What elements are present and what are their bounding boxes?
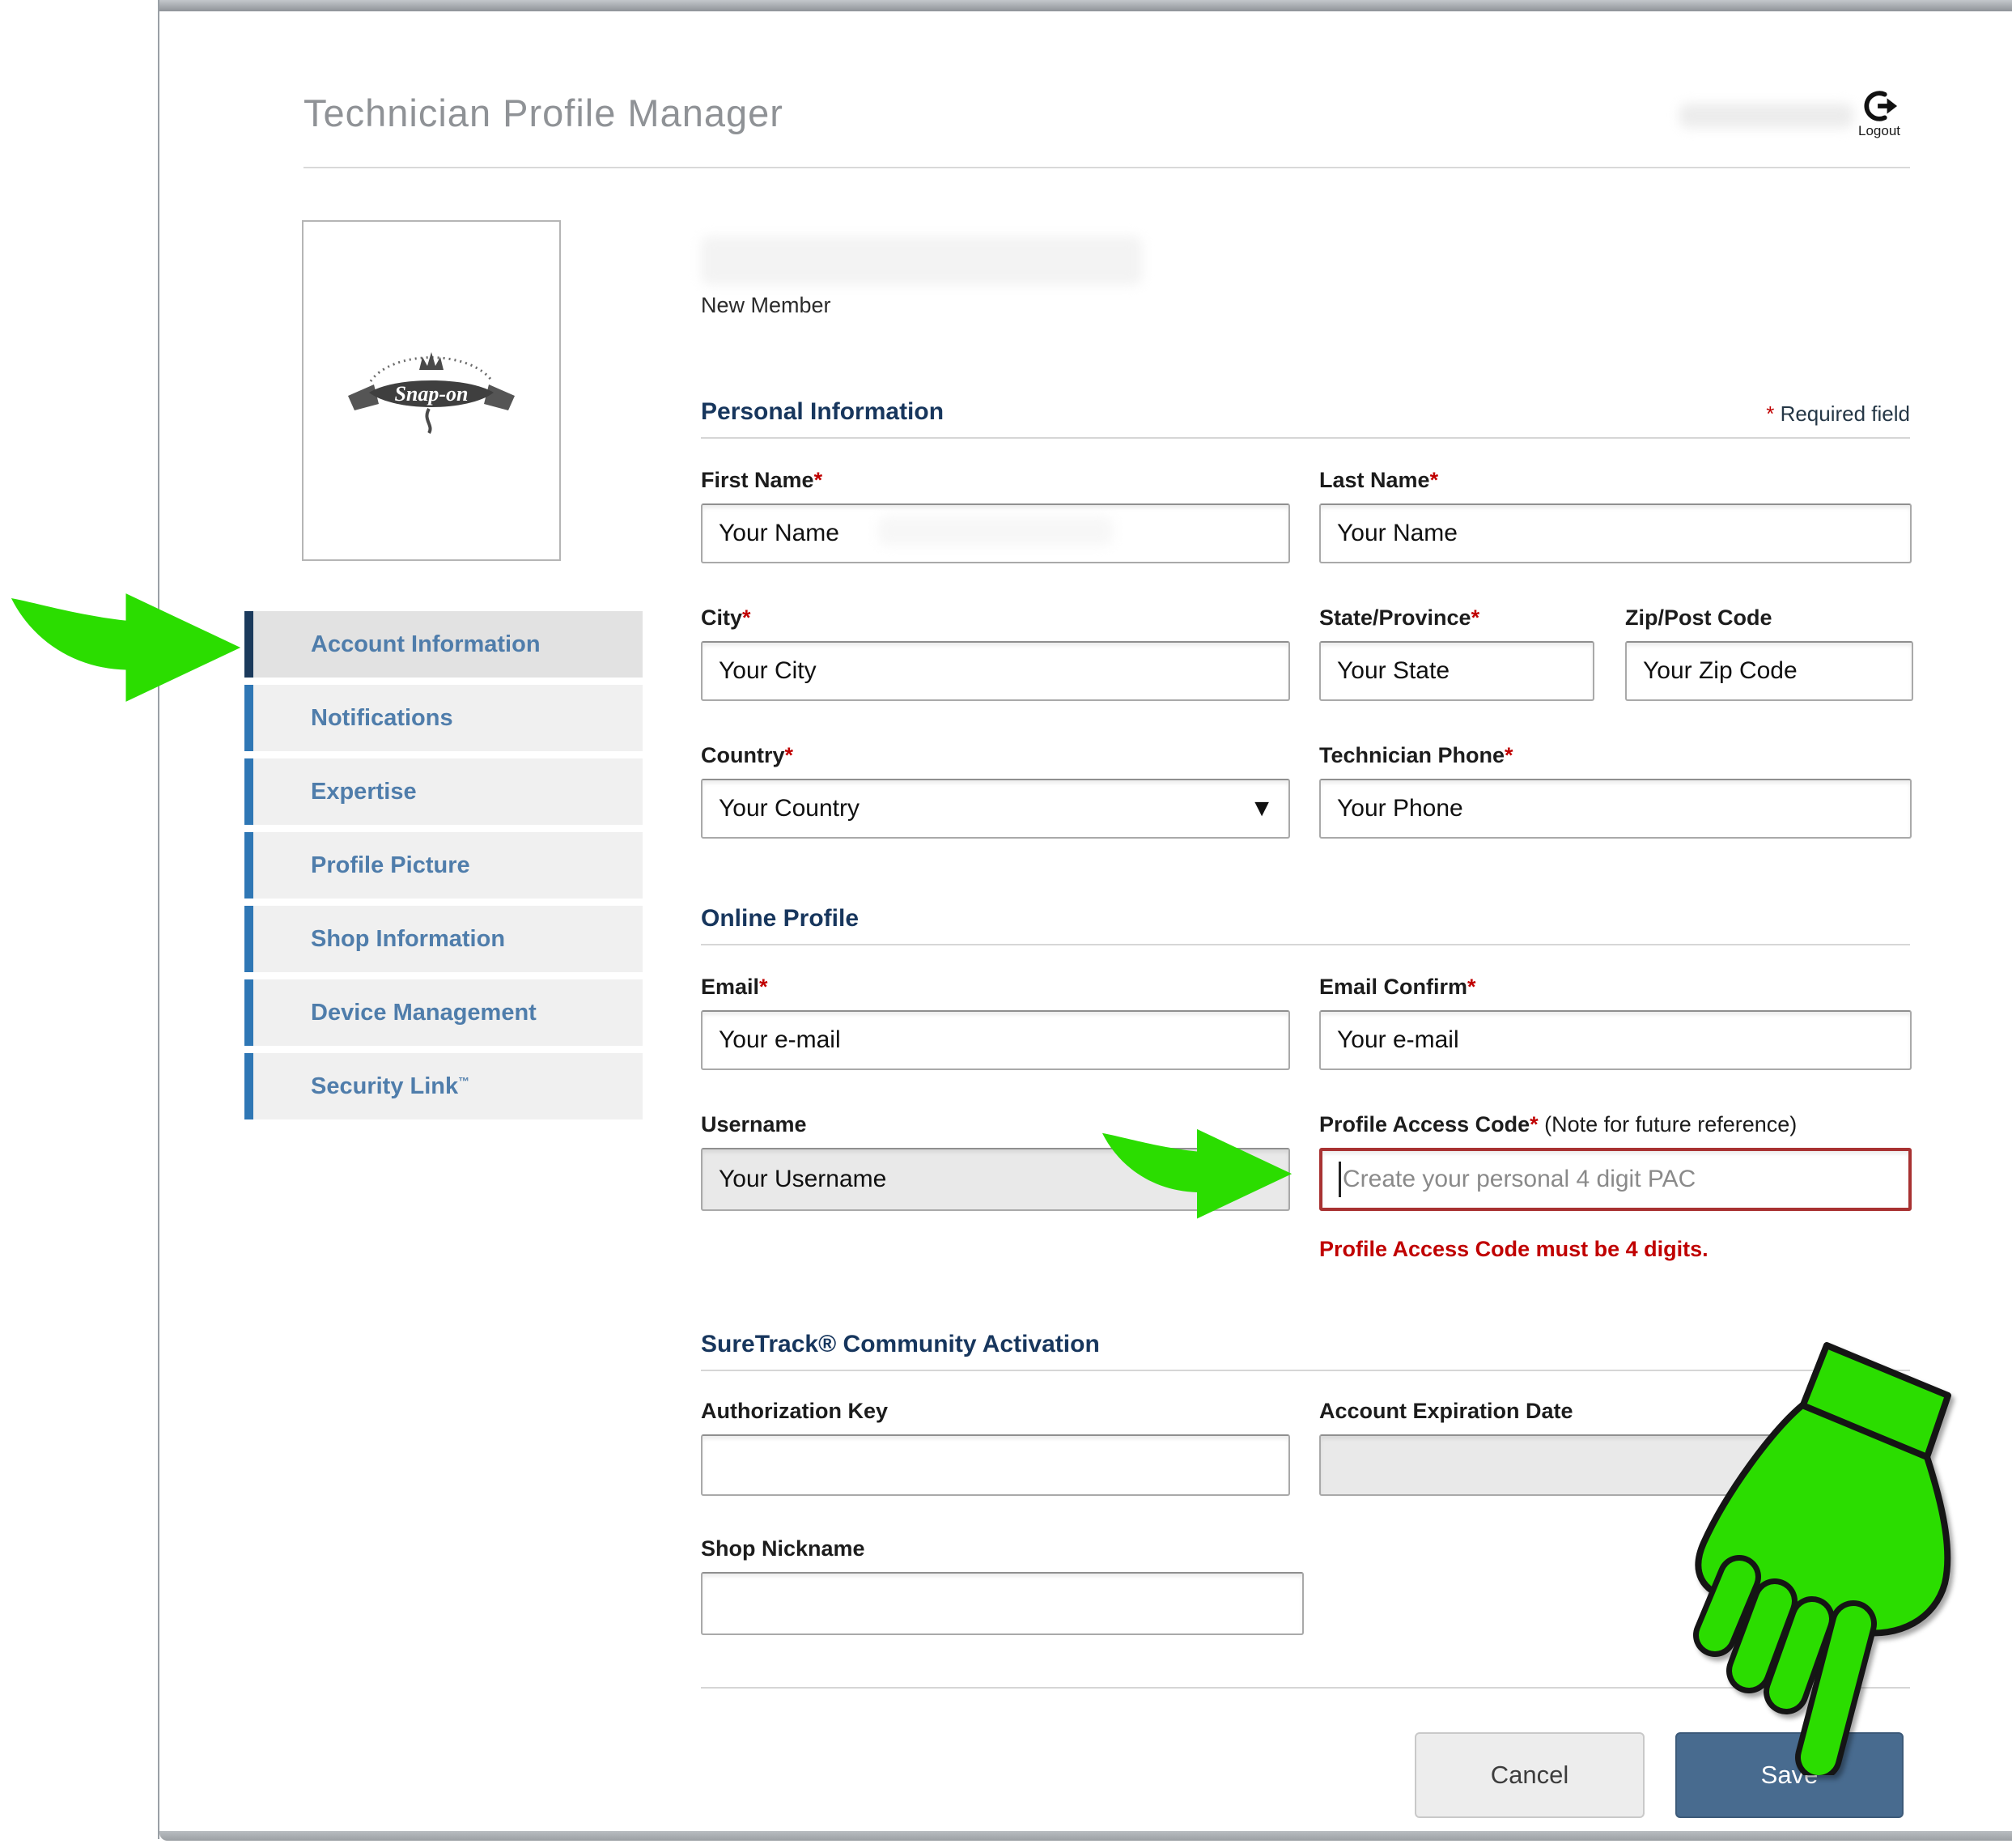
sidebar-item-label: Shop Information xyxy=(311,926,505,953)
nav-active-bar xyxy=(244,611,253,678)
section-divider xyxy=(701,437,1910,439)
logout-label: Logout xyxy=(1847,123,1912,139)
sidebar-item-label: Account Information xyxy=(311,631,541,658)
sidebar-item-profile-picture[interactable]: Profile Picture xyxy=(244,832,643,899)
email-confirm-label: Email Confirm* xyxy=(1319,975,1476,1000)
first-name-label: First Name* xyxy=(701,468,822,493)
sidebar-item-device-management[interactable]: Device Management xyxy=(244,979,643,1046)
country-select[interactable]: Your Country ▼ xyxy=(701,779,1290,839)
window-top-strip xyxy=(159,0,2012,11)
cancel-label: Cancel xyxy=(1491,1761,1569,1790)
sidebar-item-label: Expertise xyxy=(311,779,417,805)
nav-bar xyxy=(244,758,253,825)
phone-field[interactable] xyxy=(1319,779,1912,839)
zip-label: Zip/Post Code xyxy=(1625,605,1772,631)
footer-divider xyxy=(701,1687,1910,1689)
logout-button[interactable]: Logout xyxy=(1847,87,1912,139)
sidebar-item-notifications[interactable]: Notifications xyxy=(244,685,643,751)
city-label: City* xyxy=(701,605,751,631)
profile-picture-box: Snap-on xyxy=(302,220,561,561)
save-button[interactable]: Save xyxy=(1675,1732,1904,1818)
last-name-label: Last Name* xyxy=(1319,468,1438,493)
nav-bar xyxy=(244,832,253,899)
sidebar-item-label: Profile Picture xyxy=(311,852,470,879)
window-bottom-strip xyxy=(159,1831,2012,1841)
technician-profile-manager-screen: Technician Profile Manager Logout Snap-o… xyxy=(0,0,2012,1848)
username-label: Username xyxy=(701,1112,807,1137)
header-divider xyxy=(303,167,1910,168)
redacted-first-name xyxy=(878,516,1113,546)
tm-superscript: ™ xyxy=(458,1074,469,1087)
section-divider xyxy=(701,944,1910,945)
section-title-personal: Personal Information xyxy=(701,398,944,426)
email-label: Email* xyxy=(701,975,768,1000)
sidebar-item-label: Device Management xyxy=(311,1000,537,1026)
shop-nickname-field[interactable] xyxy=(701,1572,1304,1635)
sidebar-item-label: Notifications xyxy=(311,705,453,732)
required-field-note: * Required field xyxy=(1505,401,1910,427)
state-field[interactable] xyxy=(1319,641,1594,701)
email-confirm-field[interactable] xyxy=(1319,1010,1912,1070)
sidebar-item-shop-information[interactable]: Shop Information xyxy=(244,906,643,972)
nav-bar xyxy=(244,906,253,972)
snapon-logo: Snap-on xyxy=(338,342,524,440)
pac-error-message: Profile Access Code must be 4 digits. xyxy=(1319,1237,1709,1262)
state-label: State/Province* xyxy=(1319,605,1479,631)
sidebar-item-label: Security Link™ xyxy=(311,1073,469,1100)
text-cursor xyxy=(1339,1162,1341,1197)
shop-nickname-label: Shop Nickname xyxy=(701,1536,865,1561)
expiration-date-label: Account Expiration Date xyxy=(1319,1399,1573,1424)
cancel-button[interactable]: Cancel xyxy=(1415,1732,1645,1818)
section-divider xyxy=(701,1370,1910,1371)
country-selected-value: Your Country xyxy=(719,795,860,822)
last-name-field[interactable] xyxy=(1319,503,1912,563)
zip-field[interactable] xyxy=(1625,641,1913,701)
pac-label: Profile Access Code* (Note for future re… xyxy=(1319,1112,1797,1137)
section-title-online: Online Profile xyxy=(701,905,859,932)
username-field xyxy=(701,1148,1290,1211)
nav-bar xyxy=(244,685,253,751)
logout-icon xyxy=(1861,87,1898,125)
page-title: Technician Profile Manager xyxy=(303,91,783,135)
pac-placeholder: Create your personal 4 digit PAC xyxy=(1343,1166,1696,1193)
authorization-key-label: Authorization Key xyxy=(701,1399,888,1424)
member-status: New Member xyxy=(701,293,831,318)
chevron-down-icon: ▼ xyxy=(1250,795,1274,822)
sidebar-item-security-link[interactable]: Security Link™ xyxy=(244,1053,643,1119)
profile-access-code-field[interactable]: Create your personal 4 digit PAC xyxy=(1319,1148,1912,1211)
city-field[interactable] xyxy=(701,641,1290,701)
redacted-account-name xyxy=(1679,104,1853,128)
email-field[interactable] xyxy=(701,1010,1290,1070)
save-label: Save xyxy=(1761,1761,1819,1790)
expiration-date-field xyxy=(1319,1434,1912,1496)
authorization-key-field[interactable] xyxy=(701,1434,1290,1496)
svg-text:Snap-on: Snap-on xyxy=(394,382,468,406)
sidebar-item-account-information[interactable]: Account Information xyxy=(244,611,643,678)
nav-bar xyxy=(244,1053,253,1119)
redacted-member-name xyxy=(701,236,1142,285)
sidebar-item-expertise[interactable]: Expertise xyxy=(244,758,643,825)
phone-label: Technician Phone* xyxy=(1319,743,1513,768)
country-label: Country* xyxy=(701,743,793,768)
section-title-suretrack: SureTrack® Community Activation xyxy=(701,1331,1100,1358)
nav-bar xyxy=(244,979,253,1046)
